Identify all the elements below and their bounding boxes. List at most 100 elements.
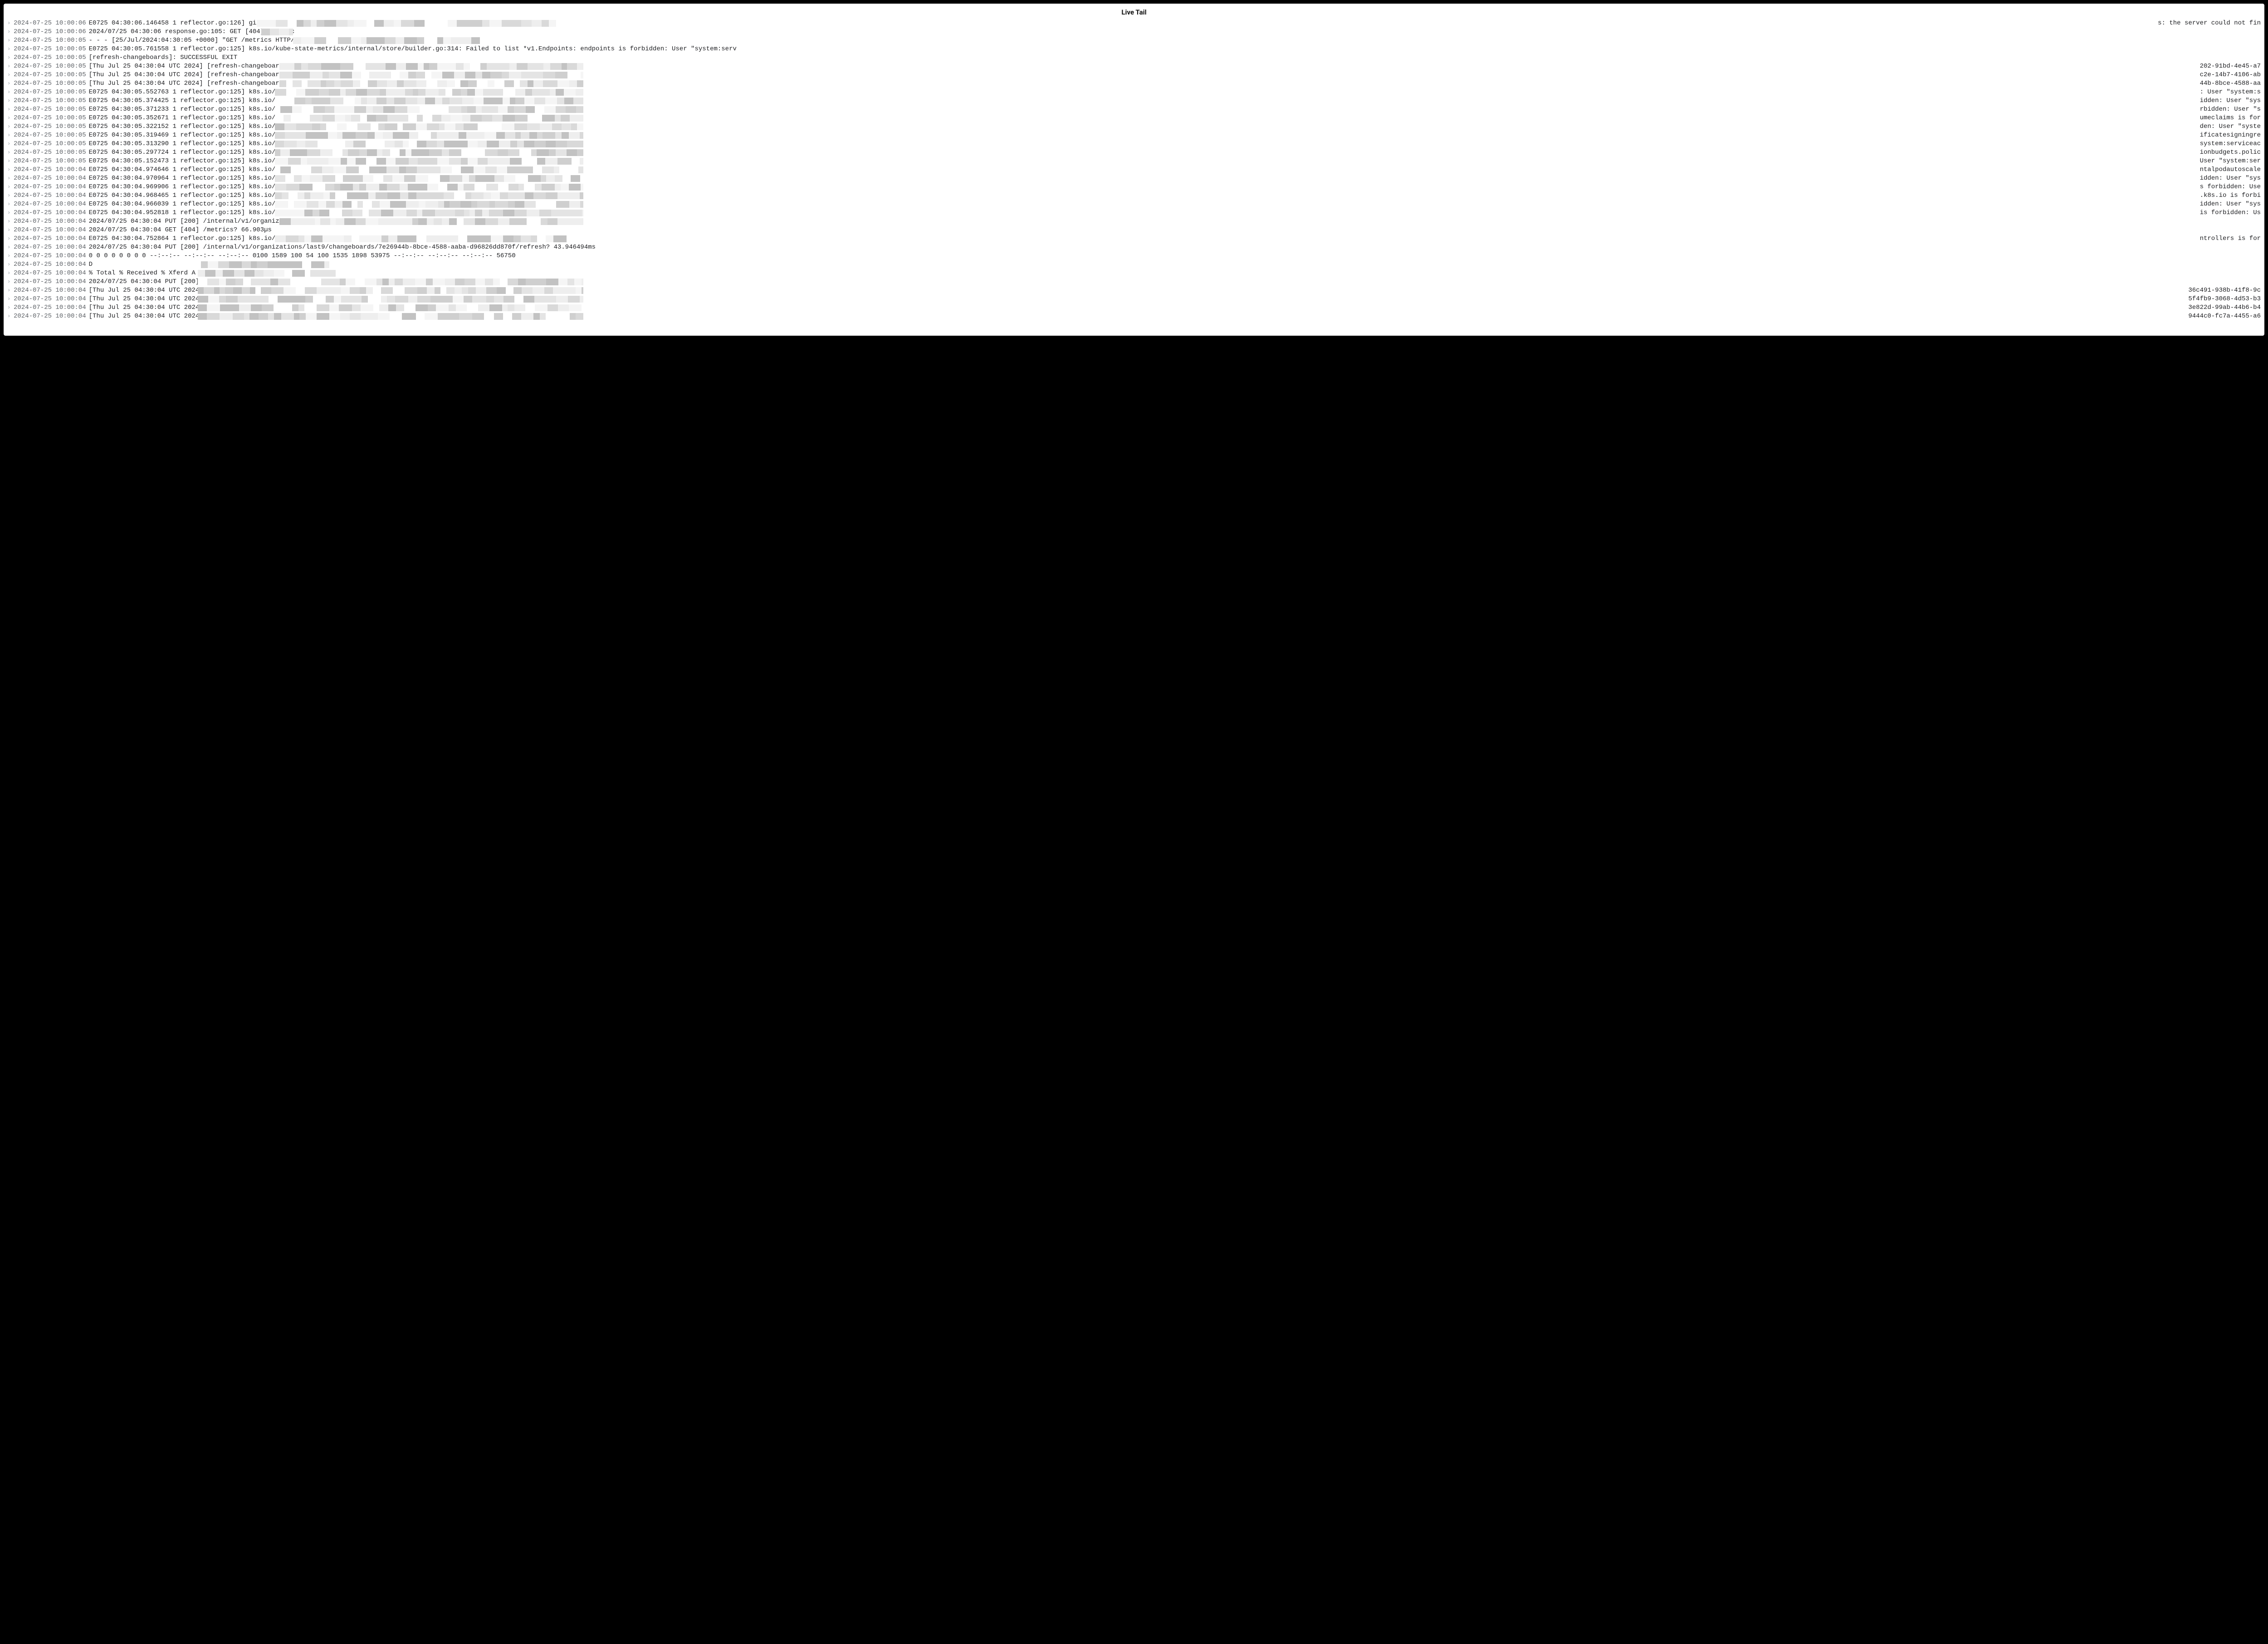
expand-chevron-icon[interactable]: › — [7, 269, 14, 278]
expand-chevron-icon[interactable]: › — [7, 183, 14, 191]
expand-chevron-icon[interactable]: › — [7, 148, 14, 157]
log-message-tail: system:serviceac — [2199, 140, 2261, 148]
log-line[interactable]: ›2024-07-25 10:00:05E0725 04:30:05.76155… — [7, 45, 2261, 54]
log-line[interactable]: ›2024-07-25 10:00:04E0725 04:30:04.97096… — [7, 174, 2261, 183]
log-message-tail: ificatesigningre — [2199, 131, 2261, 140]
expand-chevron-icon[interactable]: › — [7, 36, 14, 45]
redacted-region — [198, 270, 338, 277]
expand-chevron-icon[interactable]: › — [7, 209, 14, 217]
log-line[interactable]: ›2024-07-25 10:00:05E0725 04:30:05.31946… — [7, 131, 2261, 140]
expand-chevron-icon[interactable]: › — [7, 79, 14, 88]
log-message-wrap: E0725 04:30:05.297724 1 reflector.go:125… — [89, 148, 2261, 157]
log-message-tail: : User "system:s — [2199, 88, 2261, 97]
log-line[interactable]: ›2024-07-25 10:00:05E0725 04:30:05.29772… — [7, 148, 2261, 157]
log-line[interactable]: ›2024-07-25 10:00:04 0 0 0 0 0 0 0 0 --:… — [7, 252, 2261, 260]
expand-chevron-icon[interactable]: › — [7, 105, 14, 114]
log-line[interactable]: ›2024-07-25 10:00:04E0725 04:30:04.95281… — [7, 209, 2261, 217]
expand-chevron-icon[interactable]: › — [7, 243, 14, 252]
expand-chevron-icon[interactable]: › — [7, 45, 14, 54]
log-message: E0725 04:30:05.313290 1 reflector.go:125… — [89, 140, 287, 148]
log-line[interactable]: ›2024-07-25 10:00:05[Thu Jul 25 04:30:04… — [7, 71, 2261, 79]
expand-chevron-icon[interactable]: › — [7, 295, 14, 303]
log-line[interactable]: ›2024-07-25 10:00:05E0725 04:30:05.32215… — [7, 122, 2261, 131]
log-line[interactable]: ›2024-07-25 10:00:062024/07/25 04:30:06 … — [7, 28, 2261, 36]
expand-chevron-icon[interactable]: › — [7, 200, 14, 209]
log-timestamp: 2024-07-25 10:00:04 — [14, 191, 89, 200]
expand-chevron-icon[interactable]: › — [7, 166, 14, 174]
log-line[interactable]: ›2024-07-25 10:00:05[Thu Jul 25 04:30:04… — [7, 79, 2261, 88]
panel-title: Live Tail — [4, 4, 2264, 19]
log-line[interactable]: ›2024-07-25 10:00:04E0725 04:30:04.97464… — [7, 166, 2261, 174]
expand-chevron-icon[interactable]: › — [7, 54, 14, 62]
log-line[interactable]: ›2024-07-25 10:00:05- - - [25/Jul/2024:0… — [7, 36, 2261, 45]
log-line[interactable]: ›2024-07-25 10:00:04[Thu Jul 25 04:30:04… — [7, 303, 2261, 312]
log-message: [Thu Jul 25 04:30:04 UTC 2024] [refresh-… — [89, 79, 310, 88]
log-line[interactable]: ›2024-07-25 10:00:05[Thu Jul 25 04:30:04… — [7, 62, 2261, 71]
log-message-wrap: [Thu Jul 25 04:30:04 UTC 2024] [re36c491… — [89, 286, 2261, 295]
expand-chevron-icon[interactable]: › — [7, 122, 14, 131]
redacted-region — [261, 29, 293, 35]
log-message: E0725 04:30:04.969906 1 reflector.go:125… — [89, 183, 287, 191]
log-line[interactable]: ›2024-07-25 10:00:04[Thu Jul 25 04:30:04… — [7, 286, 2261, 295]
log-line[interactable]: ›2024-07-25 10:00:04E0725 04:30:04.96603… — [7, 200, 2261, 209]
expand-chevron-icon[interactable]: › — [7, 226, 14, 235]
expand-chevron-icon[interactable]: › — [7, 286, 14, 295]
expand-chevron-icon[interactable]: › — [7, 217, 14, 226]
log-line[interactable]: ›2024-07-25 10:00:05E0725 04:30:05.37442… — [7, 97, 2261, 105]
expand-chevron-icon[interactable]: › — [7, 62, 14, 71]
log-message: [Thu Jul 25 04:30:04 UTC 2024] [refresh-… — [89, 71, 310, 79]
expand-chevron-icon[interactable]: › — [7, 114, 14, 122]
log-message: E0725 04:30:04.966039 1 reflector.go:125… — [89, 200, 287, 209]
expand-chevron-icon[interactable]: › — [7, 88, 14, 97]
log-timestamp: 2024-07-25 10:00:05 — [14, 36, 89, 45]
expand-chevron-icon[interactable]: › — [7, 260, 14, 269]
redacted-region — [279, 218, 583, 225]
log-message-tail: 3e822d-99ab-44b6-b4 — [2187, 303, 2261, 312]
log-line[interactable]: ›2024-07-25 10:00:05[refresh-changeboard… — [7, 54, 2261, 62]
log-line[interactable]: ›2024-07-25 10:00:04[Thu Jul 25 04:30:04… — [7, 295, 2261, 303]
expand-chevron-icon[interactable]: › — [7, 28, 14, 36]
log-line[interactable]: ›2024-07-25 10:00:05E0725 04:30:05.35267… — [7, 114, 2261, 122]
log-line[interactable]: ›2024-07-25 10:00:04E0725 04:30:04.96990… — [7, 183, 2261, 191]
log-line[interactable]: ›2024-07-25 10:00:05E0725 04:30:05.15247… — [7, 157, 2261, 166]
expand-chevron-icon[interactable]: › — [7, 131, 14, 140]
log-timestamp: 2024-07-25 10:00:06 — [14, 19, 89, 28]
log-line[interactable]: ›2024-07-25 10:00:05E0725 04:30:05.55276… — [7, 88, 2261, 97]
log-line[interactable]: ›2024-07-25 10:00:06E0725 04:30:06.14645… — [7, 19, 2261, 28]
redacted-region — [275, 141, 583, 147]
expand-chevron-icon[interactable]: › — [7, 312, 14, 321]
log-message: 2024/07/25 04:30:04 PUT [200] /internal/… — [89, 243, 596, 252]
expand-chevron-icon[interactable]: › — [7, 252, 14, 260]
expand-chevron-icon[interactable]: › — [7, 97, 14, 105]
log-line[interactable]: ›2024-07-25 10:00:04 D — [7, 260, 2261, 269]
log-line[interactable]: ›2024-07-25 10:00:04E0725 04:30:04.75286… — [7, 235, 2261, 243]
log-line[interactable]: ›2024-07-25 10:00:04[Thu Jul 25 04:30:04… — [7, 312, 2261, 321]
log-line[interactable]: ›2024-07-25 10:00:05E0725 04:30:05.31329… — [7, 140, 2261, 148]
log-line[interactable]: ›2024-07-25 10:00:042024/07/25 04:30:04 … — [7, 243, 2261, 252]
redacted-region — [198, 287, 583, 294]
log-timestamp: 2024-07-25 10:00:04 — [14, 183, 89, 191]
expand-chevron-icon[interactable]: › — [7, 191, 14, 200]
log-message-wrap: E0725 04:30:04.752864 1 reflector.go:125… — [89, 235, 2261, 243]
log-line[interactable]: ›2024-07-25 10:00:05E0725 04:30:05.37123… — [7, 105, 2261, 114]
expand-chevron-icon[interactable]: › — [7, 157, 14, 166]
redacted-region — [293, 37, 484, 44]
log-message-wrap: % Total % Received % Xferd A — [89, 269, 2261, 278]
expand-chevron-icon[interactable]: › — [7, 19, 14, 28]
log-line[interactable]: ›2024-07-25 10:00:042024/07/25 04:30:04 … — [7, 217, 2261, 226]
log-line[interactable]: ›2024-07-25 10:00:042024/07/25 04:30:04 … — [7, 278, 2261, 286]
log-line[interactable]: ›2024-07-25 10:00:042024/07/25 04:30:04 … — [7, 226, 2261, 235]
expand-chevron-icon[interactable]: › — [7, 174, 14, 183]
log-message-wrap: [Thu Jul 25 04:30:04 UTC 2024] [re9444c0… — [89, 312, 2261, 321]
expand-chevron-icon[interactable]: › — [7, 235, 14, 243]
expand-chevron-icon[interactable]: › — [7, 303, 14, 312]
expand-chevron-icon[interactable]: › — [7, 140, 14, 148]
log-line[interactable]: ›2024-07-25 10:00:04 % Total % Received … — [7, 269, 2261, 278]
redacted-region — [275, 123, 583, 130]
log-line[interactable]: ›2024-07-25 10:00:04E0725 04:30:04.96846… — [7, 191, 2261, 200]
log-list[interactable]: ›2024-07-25 10:00:06E0725 04:30:06.14645… — [4, 19, 2264, 324]
expand-chevron-icon[interactable]: › — [7, 71, 14, 79]
expand-chevron-icon[interactable]: › — [7, 278, 14, 286]
redacted-region — [279, 80, 583, 87]
log-timestamp: 2024-07-25 10:00:04 — [14, 303, 89, 312]
